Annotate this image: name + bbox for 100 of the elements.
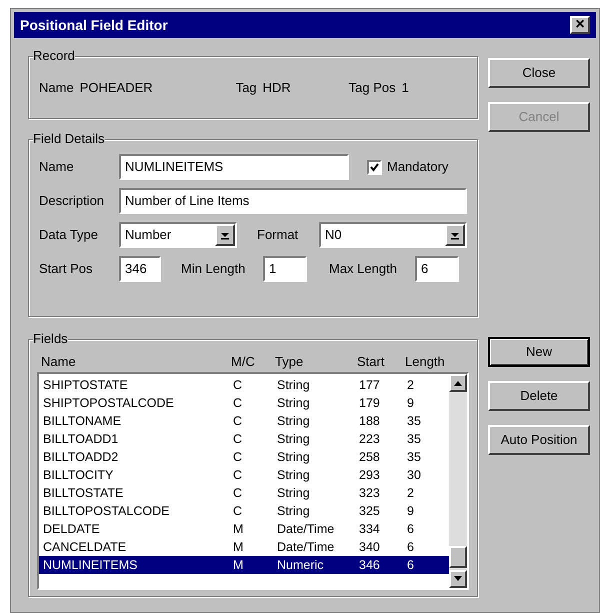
list-cell-text: 6	[407, 521, 415, 538]
list-cell-text: 340	[359, 539, 381, 556]
list-cell-text: 2	[407, 485, 415, 502]
list-cell-text: 6	[407, 557, 415, 574]
list-cell-text: CANCELDATE	[43, 539, 128, 556]
column-header: Name	[41, 353, 77, 372]
text-field[interactable]: Number of Line Items	[119, 188, 467, 214]
list-cell-text: BILLTOCITY	[43, 467, 114, 484]
list-cell-text: String	[277, 449, 311, 466]
list-cell-text: String	[277, 485, 311, 502]
list-cell-text: 35	[407, 413, 422, 430]
field-label: Start Pos	[39, 260, 94, 278]
list-row[interactable]: BILLTOSTATE C String 323 2	[39, 484, 449, 502]
list-cell-text: BILLTOPOSTALCODE	[43, 503, 170, 520]
list-row[interactable]: BILLTONAME C String 188 35	[39, 412, 449, 430]
list-row[interactable]: BILLTOPOSTALCODE C String 325 9	[39, 502, 449, 520]
dialog-button[interactable]: Auto Position	[488, 425, 590, 455]
list-cell-text: String	[277, 431, 311, 448]
record-tag-position: 1	[402, 78, 409, 97]
scrollbar[interactable]	[449, 374, 467, 588]
list-cell-text: C	[233, 395, 244, 412]
list-cell-text: String	[277, 377, 311, 394]
list-cell-text: BILLTONAME	[43, 413, 122, 430]
text-field[interactable]: 346	[119, 256, 161, 282]
list-cell-text: C	[233, 413, 244, 430]
list-row[interactable]: BILLTOADD2 C String 258 35	[39, 448, 449, 466]
list-cell-text: 9	[407, 395, 415, 412]
list-cell-text: Numeric	[277, 557, 325, 574]
scroll-up-icon[interactable]	[449, 374, 467, 392]
list-cell-text: 177	[359, 377, 381, 394]
list-cell-text: C	[233, 431, 244, 448]
field-label: Max Length	[329, 260, 398, 278]
record-tag: HDR	[262, 78, 343, 98]
window-title: Positional Field Editor	[20, 16, 168, 34]
list-cell-text: C	[233, 377, 244, 394]
list-row[interactable]: NUMLINEITEMS M Numeric 346 6	[39, 556, 449, 574]
text-field[interactable]: 1	[263, 256, 307, 282]
list-cell-text: 35	[407, 449, 422, 466]
list-row[interactable]: DELDATE M Date/Time 334 6	[39, 520, 449, 538]
list-cell-text: Date/Time	[277, 521, 336, 538]
scroll-thumb[interactable]	[449, 546, 467, 568]
list-cell-text: 2	[407, 377, 415, 394]
list-cell-text: C	[233, 467, 244, 484]
dialog-button[interactable]: Delete	[488, 381, 590, 411]
column-header: M/C	[231, 353, 256, 372]
column-header: Type	[275, 353, 304, 372]
dialog-button[interactable]: Close	[488, 58, 590, 88]
list-cell-text: M	[233, 539, 244, 556]
list-cell-text: 30	[407, 467, 422, 484]
list-cell-text: BILLTOADD1	[43, 431, 120, 448]
list-row[interactable]: BILLTOADD1 C String 223 35	[39, 430, 449, 448]
list-cell-text: 325	[359, 503, 381, 520]
list-row[interactable]: BILLTOCITY C String 293 30	[39, 466, 449, 484]
list-cell-text: Date/Time	[277, 539, 336, 556]
list-cell-text: 179	[359, 395, 381, 412]
list-cell-text: BILLTOSTATE	[43, 485, 124, 502]
field-label: Format	[257, 226, 300, 244]
scroll-down-icon[interactable]	[449, 570, 467, 588]
list-cell-text: C	[233, 485, 244, 502]
field-label: Min Length	[181, 260, 246, 278]
dropdown-field[interactable]: N0	[319, 222, 467, 248]
list-cell-text: M	[233, 521, 244, 538]
list-cell-text: String	[277, 395, 311, 412]
list-row[interactable]: CANCELDATE M Date/Time 340 6	[39, 538, 449, 556]
list-cell-text: BILLTOADD2	[43, 449, 120, 466]
text-field[interactable]: NUMLINEITEMS	[119, 154, 349, 180]
list-cell-text: 293	[359, 467, 381, 484]
list-cell-text: DELDATE	[43, 521, 101, 538]
dialog-button[interactable]: New	[488, 337, 590, 367]
field-label: Name	[39, 158, 75, 176]
field-label: Description	[39, 192, 106, 210]
close-button[interactable]: ×	[570, 16, 590, 34]
record-name: POHEADER	[80, 78, 154, 97]
list-cell-text: 323	[359, 485, 381, 502]
list-cell-text: C	[233, 449, 244, 466]
list-cell-text: 6	[407, 539, 415, 556]
field-label: Tag Pos	[348, 78, 396, 97]
column-header: Length	[405, 353, 445, 372]
field-label: Tag	[236, 78, 257, 97]
list-cell-text: SHIPTOPOSTALCODE	[43, 395, 175, 412]
list-cell-text: SHIPTOSTATE	[43, 377, 129, 394]
list-cell-text: 258	[359, 449, 381, 466]
list-row[interactable]: SHIPTOSTATE C String 177 2	[39, 376, 449, 394]
field-label: Mandatory	[387, 158, 448, 176]
list-cell-text: 35	[407, 431, 422, 448]
list-cell-text: 188	[359, 413, 381, 430]
field-label: Data Type	[39, 226, 100, 244]
list-cell-text: String	[277, 413, 311, 430]
field-label: Name	[39, 78, 74, 97]
list-cell-text: String	[277, 467, 311, 484]
mandatory-checkbox[interactable]	[367, 160, 382, 174]
text-field[interactable]: 6	[415, 256, 459, 282]
list-cell-text: C	[233, 503, 244, 520]
list-cell-text: 346	[359, 557, 381, 574]
dropdown-field[interactable]: Number	[119, 222, 237, 248]
list-cell-text: 9	[407, 503, 415, 520]
column-header: Start	[357, 353, 386, 372]
list-row[interactable]: SHIPTOPOSTALCODE C String 179 9	[39, 394, 449, 412]
list-cell-text: NUMLINEITEMS	[43, 557, 138, 574]
list-cell-text: 334	[359, 521, 381, 538]
